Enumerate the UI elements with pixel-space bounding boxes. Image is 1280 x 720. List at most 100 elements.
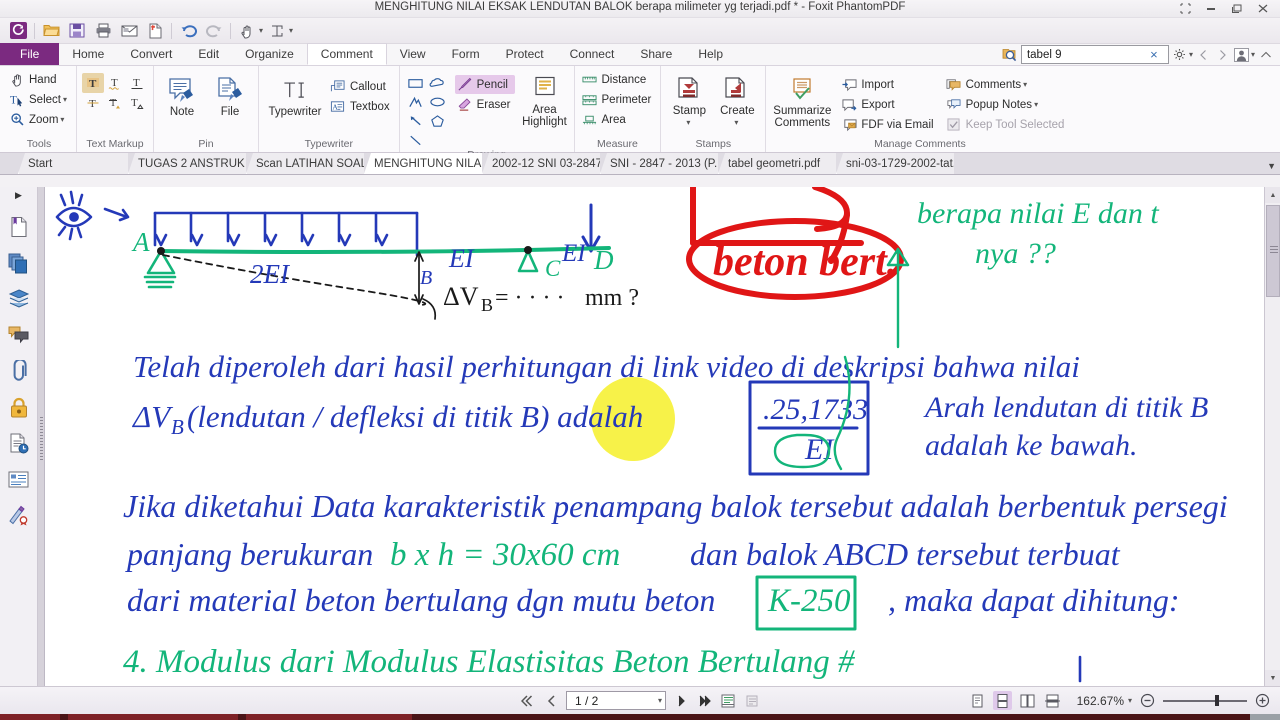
tab-file[interactable]: File bbox=[0, 43, 60, 65]
restore-all-button[interactable] bbox=[1172, 0, 1198, 17]
facing-view-button[interactable] bbox=[1018, 691, 1037, 710]
fields-icon[interactable] bbox=[7, 467, 31, 491]
zoom-in-button[interactable] bbox=[1253, 691, 1272, 710]
pdf-page[interactable]: A C D 2EI EI EI B ΔV B = · · · · mm ? be… bbox=[45, 187, 1264, 686]
doc-tab-2002-12-sni[interactable]: 2002-12 SNI 03-2847... bbox=[482, 153, 600, 174]
typewriter-button[interactable]: Typewriter bbox=[264, 74, 326, 118]
tab-view[interactable]: View bbox=[387, 43, 439, 65]
fdf-via-email-button[interactable]: FDF via Email bbox=[839, 115, 937, 134]
new-from-file-icon[interactable] bbox=[143, 20, 167, 42]
attachments-icon[interactable] bbox=[7, 359, 31, 383]
replace-text-button[interactable]: T bbox=[104, 93, 126, 113]
popup-notes-caret-icon[interactable]: ▾ bbox=[1034, 100, 1038, 109]
stamp-button[interactable]: Stamp ▾ bbox=[666, 73, 712, 127]
keep-tool-selected-checkbox[interactable]: Keep Tool Selected bbox=[944, 115, 1069, 134]
open-icon[interactable] bbox=[39, 20, 63, 42]
continuous-view-button[interactable] bbox=[992, 691, 1012, 710]
pencil-button[interactable]: Pencil bbox=[454, 75, 515, 94]
hand-tool-icon[interactable] bbox=[235, 20, 259, 42]
tab-connect[interactable]: Connect bbox=[557, 43, 628, 65]
tab-protect[interactable]: Protect bbox=[493, 43, 557, 65]
scroll-up-button[interactable]: ▲ bbox=[1265, 187, 1280, 203]
polygon-button[interactable] bbox=[427, 111, 449, 130]
scroll-down-button[interactable]: ▼ bbox=[1265, 670, 1280, 686]
zoom-slider[interactable] bbox=[1163, 694, 1247, 708]
squiggly-text-button[interactable]: T bbox=[104, 73, 126, 93]
save-icon[interactable] bbox=[65, 20, 89, 42]
page-dropdown-caret-icon[interactable]: ▾ bbox=[658, 696, 662, 705]
scrollbar-thumb[interactable] bbox=[1266, 205, 1280, 297]
select-tool-caret-icon[interactable]: ▾ bbox=[289, 26, 293, 35]
line-button[interactable] bbox=[405, 130, 427, 149]
note-button[interactable]: Note bbox=[159, 74, 205, 118]
search-clear-icon[interactable]: × bbox=[1147, 47, 1161, 62]
hand-tool-caret-icon[interactable]: ▾ bbox=[259, 26, 263, 35]
create-caret-icon[interactable]: ▾ bbox=[734, 118, 738, 127]
doc-tab-sni-2847-2013[interactable]: SNI - 2847 - 2013 (P... bbox=[600, 153, 718, 174]
account-avatar-icon[interactable] bbox=[1234, 46, 1250, 64]
search-box[interactable]: × bbox=[1020, 45, 1169, 64]
zoom-button[interactable]: Zoom ▾ bbox=[7, 110, 71, 129]
tab-share[interactable]: Share bbox=[627, 43, 685, 65]
stamp-caret-icon[interactable]: ▾ bbox=[686, 118, 690, 127]
foxit-logo-icon[interactable] bbox=[6, 20, 30, 42]
insert-text-button[interactable]: T bbox=[126, 93, 148, 113]
layers-icon[interactable] bbox=[7, 287, 31, 311]
popup-notes-button[interactable]: Popup Notes ▾ bbox=[944, 95, 1069, 114]
signature-icon[interactable] bbox=[7, 503, 31, 527]
page-number-box[interactable]: 1 / 2 ▾ bbox=[566, 691, 666, 710]
arrow-button[interactable] bbox=[405, 111, 427, 130]
next-view-icon[interactable] bbox=[1215, 46, 1231, 64]
zoom-caret-icon[interactable]: ▾ bbox=[60, 115, 64, 124]
maximize-button[interactable] bbox=[1224, 0, 1250, 17]
underline-text-button[interactable]: T bbox=[126, 73, 148, 93]
strikeout-text-button[interactable]: T bbox=[82, 93, 104, 113]
minimize-button[interactable] bbox=[1198, 0, 1224, 17]
hand-button[interactable]: Hand bbox=[7, 70, 71, 89]
vertical-scrollbar[interactable]: ▲ ▼ bbox=[1264, 187, 1280, 686]
perimeter-button[interactable]: Perimeter bbox=[580, 90, 656, 109]
settings-gear-icon[interactable] bbox=[1172, 46, 1188, 64]
settings-caret-icon[interactable]: ▾ bbox=[1189, 50, 1193, 59]
oval-button[interactable] bbox=[427, 92, 449, 111]
doc-tab-tugas-2-anstruk[interactable]: TUGAS 2 ANSTRUK T... bbox=[128, 153, 246, 174]
document-history-icon[interactable] bbox=[7, 431, 31, 455]
export-button[interactable]: Export bbox=[839, 95, 937, 114]
eraser-button[interactable]: Eraser bbox=[455, 95, 515, 114]
cloud-button[interactable] bbox=[427, 73, 449, 92]
rotate-view-button[interactable] bbox=[743, 691, 762, 710]
last-page-button[interactable] bbox=[695, 691, 714, 710]
redo-icon[interactable] bbox=[202, 20, 226, 42]
highlight-text-button[interactable]: T bbox=[81, 73, 104, 93]
doc-tab-overflow-icon[interactable]: ▼ bbox=[1267, 161, 1276, 171]
pages-icon[interactable] bbox=[7, 251, 31, 275]
comments-panel-icon[interactable] bbox=[7, 323, 31, 347]
textbox-button[interactable]: A Textbox bbox=[328, 97, 394, 116]
search-icon[interactable] bbox=[1002, 47, 1018, 63]
tab-convert[interactable]: Convert bbox=[117, 43, 185, 65]
rectangle-button[interactable] bbox=[405, 73, 427, 92]
previous-view-icon[interactable] bbox=[1196, 46, 1212, 64]
summarize-comments-button[interactable]: Summarize Comments bbox=[771, 73, 833, 129]
select-tool-icon[interactable] bbox=[265, 20, 289, 42]
doc-tab-tabel-geometri[interactable]: tabel geometri.pdf bbox=[718, 153, 836, 174]
account-caret-icon[interactable]: ▾ bbox=[1251, 50, 1255, 59]
area-button[interactable]: Area bbox=[580, 110, 656, 129]
next-page-button[interactable] bbox=[671, 691, 690, 710]
tab-help[interactable]: Help bbox=[685, 43, 736, 65]
comments-button[interactable]: Comments ▾ bbox=[944, 75, 1069, 94]
zoom-out-button[interactable] bbox=[1138, 691, 1157, 710]
tab-edit[interactable]: Edit bbox=[185, 43, 232, 65]
tab-form[interactable]: Form bbox=[439, 43, 493, 65]
undo-icon[interactable] bbox=[176, 20, 200, 42]
security-icon[interactable] bbox=[7, 395, 31, 419]
comments-caret-icon[interactable]: ▾ bbox=[1023, 80, 1027, 89]
close-button[interactable] bbox=[1250, 0, 1276, 17]
print-icon[interactable] bbox=[91, 20, 115, 42]
area-highlight-button[interactable]: Area Highlight bbox=[521, 73, 569, 128]
email-icon[interactable] bbox=[117, 20, 141, 42]
callout-button[interactable]: Callout bbox=[328, 77, 394, 96]
create-stamp-button[interactable]: Create ▾ bbox=[714, 73, 760, 127]
zoom-slider-knob[interactable] bbox=[1215, 695, 1219, 706]
zoom-dropdown-caret-icon[interactable]: ▾ bbox=[1128, 696, 1132, 705]
